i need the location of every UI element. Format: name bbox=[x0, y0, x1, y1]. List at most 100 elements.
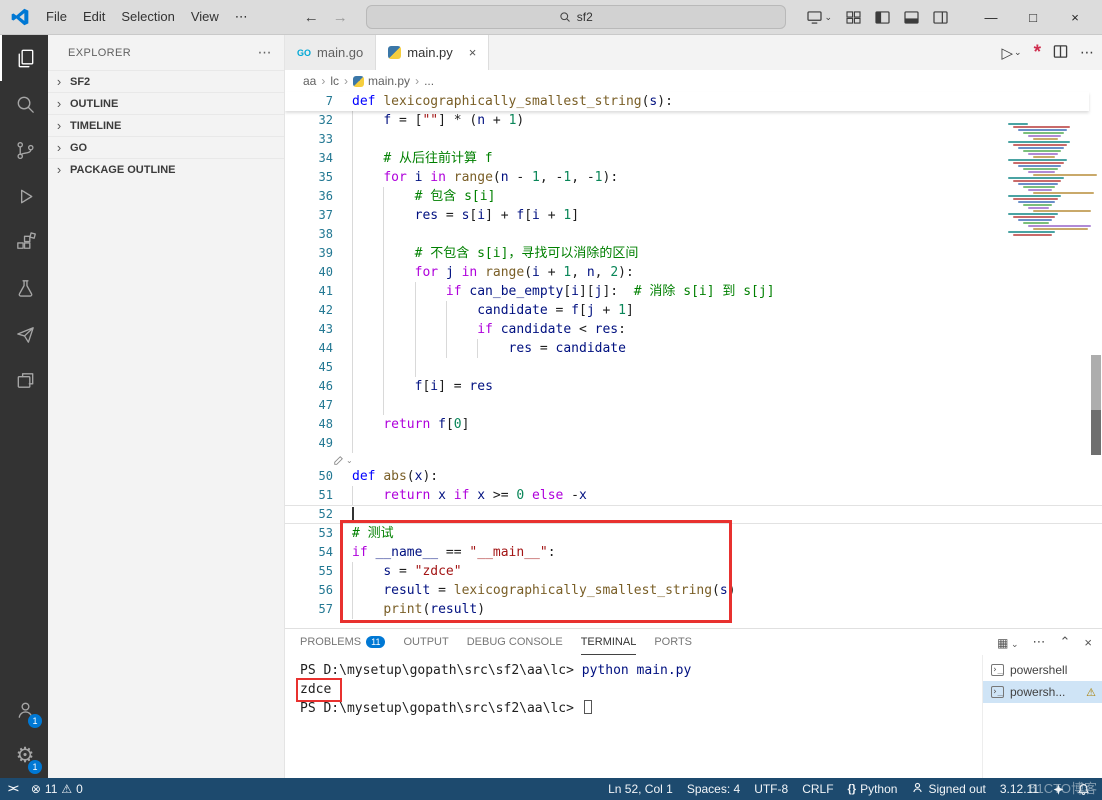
settings-button[interactable]: ⚙ 1 bbox=[0, 732, 48, 778]
open-remote-window-button[interactable]: ⌄ bbox=[807, 10, 832, 24]
command-center-search[interactable]: sf2 bbox=[365, 5, 786, 29]
inline-edit-icon[interactable]: ⌄ bbox=[333, 455, 353, 466]
close-panel-button[interactable]: × bbox=[1084, 635, 1092, 650]
code-line-39[interactable]: 39 # 不包含 s[i]，寻找可以消除的区间 bbox=[285, 244, 1102, 263]
code-line-43[interactable]: 43 if candidate < res: bbox=[285, 320, 1102, 339]
code-line-54[interactable]: 54 if __name__ == "__main__": bbox=[285, 543, 1102, 562]
code-line-49[interactable]: 49 bbox=[285, 434, 1102, 453]
menu-view[interactable]: View bbox=[183, 9, 227, 24]
line-number[interactable]: 49 bbox=[285, 434, 333, 453]
code-line-33[interactable]: 33 bbox=[285, 130, 1102, 149]
editor-more-actions-button[interactable]: ⋯ bbox=[1080, 44, 1094, 61]
tab-main.py[interactable]: main.py × bbox=[376, 35, 490, 70]
code-line-38[interactable]: 38 bbox=[285, 225, 1102, 244]
line-number[interactable]: 35 bbox=[285, 168, 333, 187]
remote-indicator[interactable]: >< bbox=[8, 783, 21, 795]
tab-main.go[interactable]: GO main.go bbox=[285, 35, 377, 70]
code-line-51[interactable]: 51 return x if x >= 0 else -x bbox=[285, 486, 1102, 505]
forward-button[interactable]: → bbox=[333, 9, 348, 26]
sticky-scroll-line[interactable]: 7 def lexicographically_smallest_string(… bbox=[285, 92, 1089, 111]
code-runner-icon[interactable]: * bbox=[1034, 43, 1041, 62]
sidebar-section-sf2[interactable]: › SF2 bbox=[48, 70, 284, 92]
code-line-56[interactable]: 56 result = lexicographically_smallest_s… bbox=[285, 581, 1102, 600]
minimap[interactable] bbox=[1008, 123, 1097, 237]
sidebar-more-button[interactable]: ⋯ bbox=[258, 44, 272, 61]
code-line-42[interactable]: 42 candidate = f[j + 1] bbox=[285, 301, 1102, 320]
terminal-views-icon[interactable]: ▦ ⌄ bbox=[997, 635, 1018, 650]
maximize-button[interactable]: □ bbox=[1012, 0, 1054, 34]
panel-tab-debug-console[interactable]: DEBUG CONSOLE bbox=[467, 629, 563, 655]
menu-selection[interactable]: Selection bbox=[113, 9, 182, 24]
activity-source-control-button[interactable] bbox=[0, 127, 48, 173]
activity-extensions-button[interactable] bbox=[0, 219, 48, 265]
code-line-50[interactable]: 50 def abs(x): bbox=[285, 467, 1102, 486]
line-number[interactable]: 34 bbox=[285, 149, 333, 168]
line-number[interactable]: 46 bbox=[285, 377, 333, 396]
scrollbar-thumb[interactable] bbox=[1091, 355, 1101, 455]
activity-remote-explorer-button[interactable] bbox=[0, 357, 48, 403]
notifications-bell-icon[interactable] bbox=[1071, 783, 1096, 796]
panel-tab-terminal[interactable]: TERMINAL bbox=[580, 629, 637, 655]
editor-scrollbar[interactable] bbox=[1089, 111, 1102, 628]
panel-more-actions-button[interactable]: ⋯ bbox=[1033, 634, 1046, 650]
problems-summary[interactable]: ⊗ 11 ⚠ 0 bbox=[31, 782, 83, 796]
menu-edit[interactable]: Edit bbox=[75, 9, 113, 24]
status-eol[interactable]: CRLF bbox=[795, 778, 840, 800]
status-language[interactable]: {} Python bbox=[841, 778, 905, 800]
code-line-57[interactable]: 57 print(result) bbox=[285, 600, 1102, 619]
line-number[interactable]: 53 bbox=[285, 524, 333, 543]
line-number[interactable]: 56 bbox=[285, 581, 333, 600]
sidebar-section-go[interactable]: › GO bbox=[48, 136, 284, 158]
line-number[interactable]: 36 bbox=[285, 187, 333, 206]
status-cursor-position[interactable]: Ln 52, Col 1 bbox=[601, 778, 680, 800]
activity-go-extension-button[interactable] bbox=[0, 311, 48, 357]
activity-search-button[interactable] bbox=[0, 81, 48, 127]
sidebar-section-timeline[interactable]: › TIMELINE bbox=[48, 114, 284, 136]
code-line-37[interactable]: 37 res = s[i] + f[i + 1] bbox=[285, 206, 1102, 225]
maximize-panel-button[interactable]: ⌃ bbox=[1060, 634, 1071, 650]
line-number[interactable]: 48 bbox=[285, 415, 333, 434]
menu-file[interactable]: File bbox=[38, 9, 75, 24]
code-area[interactable]: 32 f = [""] * (n + 1) 33 34 # 从后往前计算 f 35 f… bbox=[285, 111, 1102, 628]
code-line-53[interactable]: 53 # 测试 bbox=[285, 524, 1102, 543]
panel-tab-ports[interactable]: PORTS bbox=[654, 629, 692, 655]
panel-tab-problems[interactable]: PROBLEMS 11 bbox=[300, 629, 386, 655]
code-line-35[interactable]: 35 for i in range(n - 1, -1, -1): bbox=[285, 168, 1102, 187]
toggle-panel-icon[interactable] bbox=[904, 10, 919, 24]
code-line-34[interactable]: 34 # 从后往前计算 f bbox=[285, 149, 1102, 168]
status-accounts[interactable]: Signed out bbox=[904, 778, 992, 800]
breadcrumb-item-aa[interactable]: aa bbox=[303, 74, 316, 88]
code-line-55[interactable]: 55 s = "zdce" bbox=[285, 562, 1102, 581]
line-number[interactable]: 44 bbox=[285, 339, 333, 358]
code-line-48[interactable]: 48 return f[0] bbox=[285, 415, 1102, 434]
code-line-45[interactable]: 45 bbox=[285, 358, 1102, 377]
line-number[interactable]: 39 bbox=[285, 244, 333, 263]
line-number[interactable]: 43 bbox=[285, 320, 333, 339]
code-line-40[interactable]: 40 for j in range(i + 1, n, 2): bbox=[285, 263, 1102, 282]
menu-more-button[interactable]: ⋯ bbox=[227, 9, 256, 25]
code-line-36[interactable]: 36 # 包含 s[i] bbox=[285, 187, 1102, 206]
tab-close-icon[interactable]: × bbox=[469, 45, 477, 60]
sidebar-section-outline[interactable]: › OUTLINE bbox=[48, 92, 284, 114]
activity-explorer-button[interactable] bbox=[0, 35, 48, 81]
code-line-52[interactable]: 52 bbox=[285, 505, 1102, 524]
line-number[interactable]: 38 bbox=[285, 225, 333, 244]
code-line-46[interactable]: 46 f[i] = res bbox=[285, 377, 1102, 396]
breadcrumb-item-[interactable]: ... bbox=[424, 74, 434, 88]
breadcrumb-item-lc[interactable]: lc bbox=[330, 74, 339, 88]
terminal-instance-powershell[interactable]: ›_ powershell bbox=[983, 659, 1102, 681]
toggle-primary-sidebar-icon[interactable] bbox=[875, 10, 890, 24]
code-line-44[interactable]: 44 res = candidate bbox=[285, 339, 1102, 358]
activity-testing-button[interactable] bbox=[0, 265, 48, 311]
line-number[interactable]: 42 bbox=[285, 301, 333, 320]
panel-tab-output[interactable]: OUTPUT bbox=[403, 629, 448, 655]
line-number[interactable]: 32 bbox=[285, 111, 333, 130]
line-number[interactable]: 54 bbox=[285, 543, 333, 562]
close-button[interactable]: × bbox=[1054, 0, 1096, 34]
line-number[interactable]: 33 bbox=[285, 130, 333, 149]
line-number[interactable]: 37 bbox=[285, 206, 333, 225]
line-number[interactable]: 41 bbox=[285, 282, 333, 301]
terminal-instance-powersh[interactable]: ›_ powersh... ⚠ bbox=[983, 681, 1102, 703]
toggle-secondary-sidebar-icon[interactable] bbox=[933, 10, 948, 24]
code-line-41[interactable]: 41 if can_be_empty[i][j]: # 消除 s[i] 到 s[… bbox=[285, 282, 1102, 301]
